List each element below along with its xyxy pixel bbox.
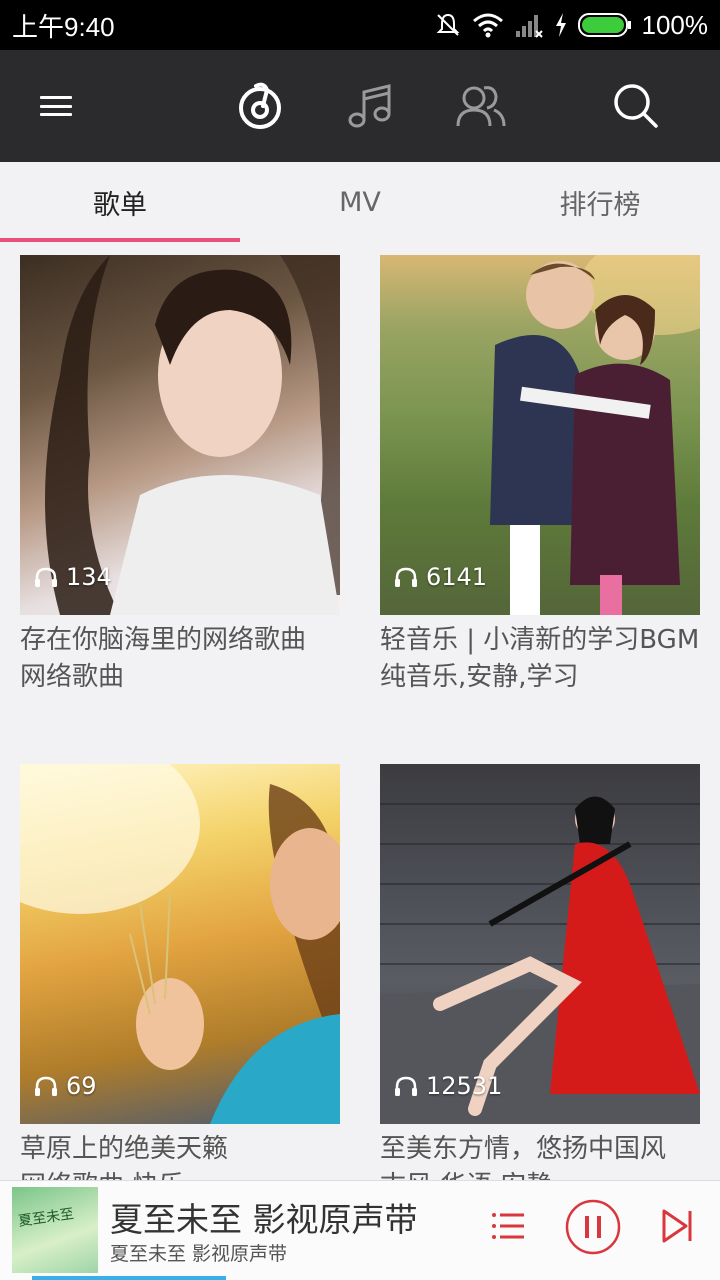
battery-percent: 100% [641, 9, 709, 40]
playlist-title[interactable]: 草原上的绝美天籁 [20, 1132, 340, 1166]
album-cover[interactable]: 夏至未至 [12, 1187, 98, 1273]
now-playing-title[interactable]: 夏至未至 影视原声带 [110, 1193, 418, 1241]
play-count: 6141 [394, 563, 487, 591]
netease-music-logo-icon[interactable] [234, 80, 286, 132]
signal-icon [515, 15, 543, 38]
playlist-card[interactable]: 134 存在你脑海里的网络歌曲 网络歌曲 [20, 255, 340, 695]
mini-player[interactable]: 夏至未至 夏至未至 影视原声带 夏至未至 影视原声带 [0, 1180, 720, 1280]
battery-icon [577, 13, 631, 37]
playlist-card[interactable]: 69 草原上的绝美天籁 网络歌曲,快乐 [20, 764, 340, 1204]
charging-icon [555, 13, 566, 37]
wifi-icon [472, 13, 503, 38]
mute-bell-icon [436, 13, 459, 36]
music-note-icon[interactable] [344, 80, 396, 132]
album-cover-title: 夏至未至 [17, 1206, 75, 1230]
next-track-icon[interactable] [658, 1205, 696, 1247]
headphones-icon [35, 1076, 57, 1096]
playlist-title[interactable]: 至美东方情，悠扬中国风 [380, 1132, 700, 1166]
tab-label: 歌单 [93, 189, 147, 221]
headphones-icon [395, 1076, 417, 1096]
playlist-queue-icon[interactable] [490, 1207, 528, 1245]
friends-icon[interactable] [454, 80, 506, 132]
playlist-card[interactable]: 6141 轻音乐 | 小清新的学习BGM 纯音乐,安静,学习 [380, 255, 700, 695]
playlist-title[interactable]: 存在你脑海里的网络歌曲 [20, 623, 340, 657]
tab-label: MV [339, 186, 381, 218]
tab-label: 排行榜 [559, 189, 641, 221]
playlist-title[interactable]: 轻音乐 | 小清新的学习BGM [380, 623, 700, 657]
app-bar [0, 50, 720, 162]
playlist-card[interactable]: 12531 至美东方情，悠扬中国风 古风,华语,安静 [380, 764, 700, 1204]
playlist-tags: 纯音乐,安静,学习 [380, 662, 579, 692]
play-count: 12531 [394, 1072, 502, 1100]
playlist-cover-image[interactable]: 134 [20, 255, 340, 615]
playlist-cover-image[interactable]: 69 [20, 764, 340, 1124]
playlist-cover-image[interactable]: 12531 [380, 764, 700, 1124]
status-time: 上午9:40 [12, 11, 115, 42]
tab-playlists[interactable]: 歌单 [0, 162, 240, 242]
app-screen: 上午9:40 100% 歌单 MV 排行榜 134 存在你脑海里的网络歌曲 网络… [0, 0, 720, 1280]
play-count: 134 [34, 563, 112, 591]
playlist-cover-image[interactable]: 6141 [380, 255, 700, 615]
search-icon[interactable] [610, 80, 662, 132]
headphones-icon [35, 567, 57, 587]
status-bar: 上午9:40 100% [0, 0, 720, 50]
now-playing-artist: 夏至未至 影视原声带 [110, 1243, 288, 1265]
tab-mv[interactable]: MV [240, 162, 480, 242]
menu-icon[interactable] [36, 90, 76, 122]
play-count: 69 [34, 1072, 97, 1100]
playback-progress-bar [32, 1276, 226, 1280]
playlist-tags: 网络歌曲 [20, 662, 125, 692]
headphones-icon [395, 567, 417, 587]
tab-rankings[interactable]: 排行榜 [480, 162, 720, 242]
status-icons: 100% [434, 9, 709, 41]
pause-button-icon[interactable] [563, 1197, 623, 1257]
active-tab-indicator [0, 238, 240, 242]
tab-bar: 歌单 MV 排行榜 [0, 162, 720, 242]
